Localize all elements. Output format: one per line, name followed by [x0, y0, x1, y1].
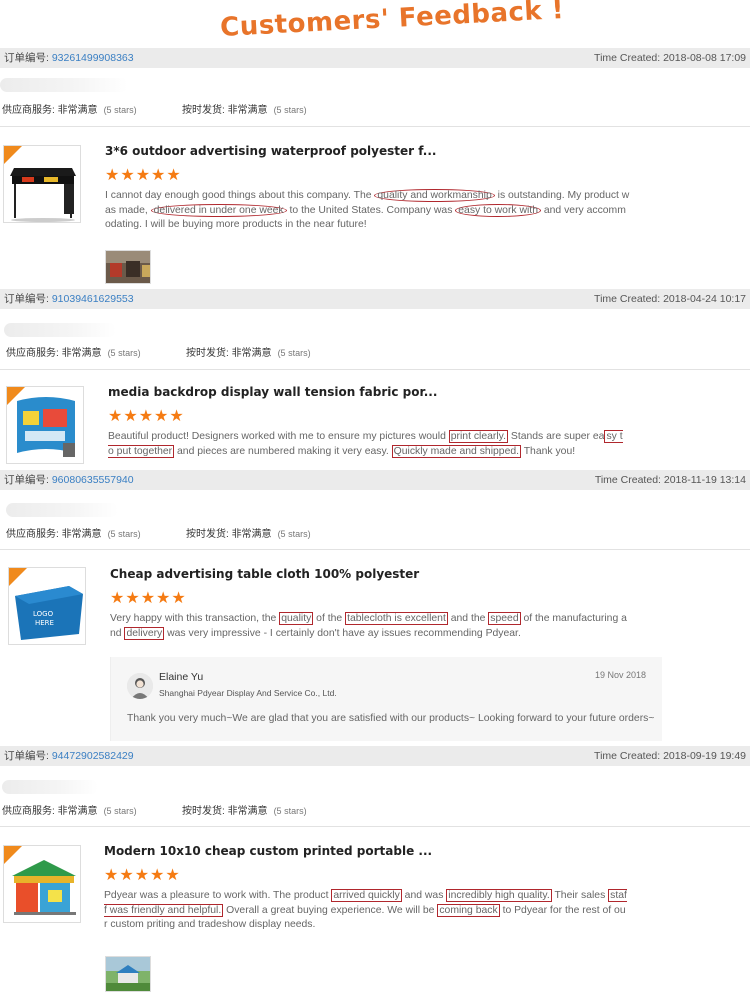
time-created: Time Created: 2018-11-19 13:14 [594, 474, 746, 486]
highlight: quality [279, 612, 314, 625]
review-text: Very happy with this transaction, the qu… [110, 612, 627, 640]
stars-text: (5 stars) [277, 348, 311, 358]
review-text: I cannot day enough good things about th… [105, 189, 630, 230]
review-photo[interactable] [105, 250, 151, 284]
buyer-name-blurred [0, 78, 128, 92]
supplier-service-value: 非常满意 [61, 348, 102, 359]
star-rating: ★★★★★ [110, 588, 187, 607]
on-time-delivery-value: 非常满意 [231, 529, 272, 540]
corner-tag [9, 568, 27, 586]
highlight: easy to work with [455, 203, 541, 217]
order-bar: 订单编号: 94472902582429 Time Created: 2018-… [0, 746, 750, 766]
buyer-name-blurred [4, 323, 116, 337]
highlight: incredibly high quality. [446, 889, 552, 902]
divider [0, 369, 750, 370]
stars-text: (5 stars) [107, 348, 141, 358]
on-time-delivery-label: 按时发货: [186, 529, 229, 540]
highlight: delivered in under one week [150, 203, 287, 217]
seller-reply: Elaine Yu Shanghai Pdyear Display And Se… [110, 657, 662, 741]
stars-text: (5 stars) [277, 529, 311, 539]
supplier-service-value: 非常满意 [57, 806, 98, 817]
divider [0, 126, 750, 127]
order-bar: 订单编号: 91039461629553 Time Created: 2018-… [0, 289, 750, 309]
svg-text:LOGO: LOGO [33, 610, 54, 618]
divider [0, 826, 750, 827]
stars-text: (5 stars) [273, 105, 307, 115]
star-rating: ★★★★★ [104, 865, 181, 884]
star-rating: ★★★★★ [108, 406, 185, 425]
product-thumbnail[interactable] [3, 145, 81, 223]
highlight: Quickly made and shipped. [391, 444, 522, 458]
supplier-service-label: 供应商服务: [6, 529, 59, 540]
reply-date: 19 Nov 2018 [594, 670, 646, 680]
on-time-delivery-value: 非常满意 [227, 806, 268, 817]
divider [0, 549, 750, 550]
highlight: quality and workmanship [374, 189, 495, 202]
order-label: 订单编号: [4, 750, 49, 762]
product-title[interactable]: media backdrop display wall tension fabr… [108, 385, 437, 399]
photo-image [106, 957, 150, 991]
stars-text: (5 stars) [103, 105, 137, 115]
highlight: speed [488, 612, 521, 625]
star-rating: ★★★★★ [105, 165, 182, 184]
supplier-service-label: 供应商服务: [2, 105, 55, 116]
buyer-name-blurred [2, 780, 98, 794]
product-thumbnail[interactable] [3, 845, 81, 923]
corner-tag [4, 146, 22, 164]
highlight: print clearly. [448, 430, 508, 443]
order-number-link[interactable]: 91039461629553 [52, 293, 134, 305]
product-title[interactable]: Modern 10x10 cheap custom printed portab… [104, 844, 432, 858]
time-created: Time Created: 2018-08-08 17:09 [594, 52, 746, 64]
supplier-service-label: 供应商服务: [6, 348, 59, 359]
order-number-link[interactable]: 96080635557940 [52, 474, 134, 486]
on-time-delivery-label: 按时发货: [182, 806, 225, 817]
corner-tag [7, 387, 25, 405]
highlight: arrived quickly [331, 889, 402, 902]
avatar [127, 673, 153, 699]
banner-title: Customers' Feedback ! [219, 0, 565, 43]
order-number-link[interactable]: 94472902582429 [52, 750, 134, 762]
supplier-service-value: 非常满意 [57, 105, 98, 116]
svg-text:HERE: HERE [35, 619, 54, 627]
photo-image [106, 251, 150, 283]
on-time-delivery-value: 非常满意 [227, 105, 268, 116]
order-label: 订单编号: [4, 293, 49, 305]
order-number-link[interactable]: 93261499908363 [52, 52, 134, 64]
corner-tag [4, 846, 22, 864]
highlight: delivery [124, 626, 165, 640]
stars-text: (5 stars) [107, 529, 141, 539]
reply-author-name: Elaine Yu [159, 671, 204, 683]
product-title[interactable]: 3*6 outdoor advertising waterproof polye… [105, 144, 436, 158]
time-created: Time Created: 2018-04-24 10:17 [594, 293, 746, 305]
on-time-delivery-label: 按时发货: [182, 105, 225, 116]
supplier-service-value: 非常满意 [61, 529, 102, 540]
stars-text: (5 stars) [103, 806, 137, 816]
review-photo[interactable] [105, 956, 151, 992]
stars-text: (5 stars) [273, 806, 307, 816]
order-bar: 订单编号: 93261499908363 Time Created: 2018-… [0, 48, 750, 68]
order-label: 订单编号: [4, 474, 49, 486]
product-title[interactable]: Cheap advertising table cloth 100% polye… [110, 567, 419, 581]
highlight: tablecloth is excellent [345, 612, 448, 625]
on-time-delivery-value: 非常满意 [231, 348, 272, 359]
product-thumbnail[interactable]: LOGO HERE [8, 567, 86, 645]
order-label: 订单编号: [4, 52, 49, 64]
review-text: Beautiful product! Designers worked with… [108, 430, 623, 458]
on-time-delivery-label: 按时发货: [186, 348, 229, 359]
product-thumbnail[interactable] [6, 386, 84, 464]
avatar-image [127, 673, 153, 699]
reply-company: Shanghai Pdyear Display And Service Co.,… [159, 688, 337, 698]
buyer-name-blurred [6, 503, 118, 517]
review-text: Pdyear was a pleasure to work with. The … [104, 889, 627, 930]
supplier-service-label: 供应商服务: [2, 806, 55, 817]
reply-text: Thank you very much~We are glad that you… [127, 713, 655, 724]
banner: Customers' Feedback ! [0, 0, 750, 48]
highlight: coming back [437, 903, 500, 917]
time-created: Time Created: 2018-09-19 19:49 [594, 750, 746, 762]
order-bar: 订单编号: 96080635557940 Time Created: 2018-… [0, 470, 750, 490]
